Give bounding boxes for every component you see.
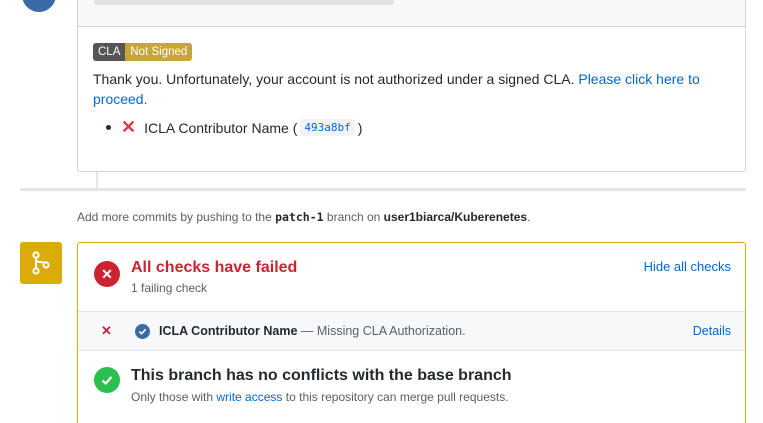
no-conflicts-title: This branch has no conflicts with the ba… xyxy=(131,367,512,384)
cla-item-label: ICLA Contributor Name ( xyxy=(144,119,298,136)
success-check-icon xyxy=(94,367,120,393)
merge-note-prefix: Only those with xyxy=(131,390,214,404)
git-merge-icon xyxy=(20,242,62,284)
push-hint: Add more commits by pushing to the patch… xyxy=(77,210,530,224)
checks-subtitle: 1 failing check xyxy=(131,281,208,295)
failed-circle-icon: ✕ xyxy=(94,261,120,287)
merge-note-suffix: to this repository can merge pull reques… xyxy=(285,390,509,404)
check-failed-icon: ✕ xyxy=(101,323,112,338)
cla-comment: CLA Not Signed Thank you. Unfortunately,… xyxy=(77,0,746,172)
cla-status-badge: CLA Not Signed xyxy=(93,43,193,61)
cla-app-icon xyxy=(135,324,150,339)
repo-name: user1biarca/Kuberenetes xyxy=(383,210,528,224)
cla-item: ✕ ICLA Contributor Name ( 493a8bf ) xyxy=(93,117,362,138)
header-text-clipped xyxy=(94,0,394,5)
comment-header xyxy=(78,0,745,27)
check-details-link[interactable]: Details xyxy=(693,324,731,338)
commit-sha-link[interactable]: 493a8bf xyxy=(300,119,355,136)
cla-message: Thank you. Unfortunately, your account i… xyxy=(93,69,733,109)
timeline-connector xyxy=(96,172,98,188)
check-name: ICLA Contributor Name xyxy=(159,324,298,338)
bot-avatar[interactable] xyxy=(22,0,56,12)
push-hint-middle: branch on xyxy=(326,210,381,224)
cla-message-text: Thank you. Unfortunately, your account i… xyxy=(93,71,575,87)
merge-status-box: ✕ All checks have failed 1 failing check… xyxy=(77,242,746,423)
write-access-link[interactable]: write access xyxy=(216,390,282,404)
merge-permission-note: Only those with write access to this rep… xyxy=(131,390,509,404)
check-row: ✕ ICLA Contributor Name — Missing CLA Au… xyxy=(78,311,745,351)
badge-label: CLA xyxy=(93,43,126,61)
check-description: — Missing CLA Authorization. xyxy=(300,324,466,338)
check-text: ICLA Contributor Name — Missing CLA Auth… xyxy=(159,324,466,338)
bullet xyxy=(106,125,111,130)
timeline-divider xyxy=(20,188,746,191)
badge-status: Not Signed xyxy=(125,43,193,61)
push-hint-prefix: Add more commits by pushing to the xyxy=(77,210,272,224)
branch-name: patch-1 xyxy=(275,210,324,224)
checks-title: All checks have failed xyxy=(131,259,298,276)
cla-item-close: ) xyxy=(357,119,363,136)
hide-all-checks-button[interactable]: Hide all checks xyxy=(644,259,731,274)
failed-x-icon: ✕ xyxy=(121,117,137,137)
push-hint-suffix: . xyxy=(527,210,531,224)
